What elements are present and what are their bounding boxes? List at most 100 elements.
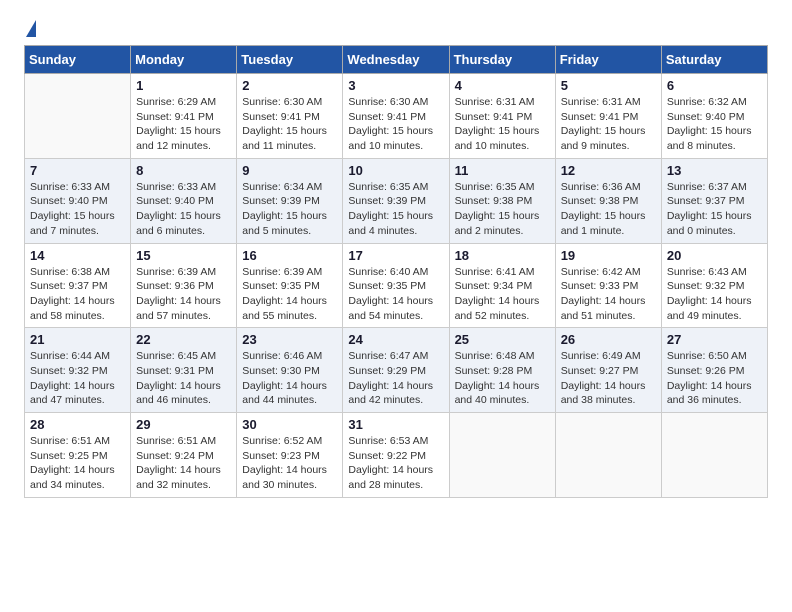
day-info: Sunrise: 6:45 AM Sunset: 9:31 PM Dayligh… [136, 349, 231, 408]
day-number: 25 [455, 332, 550, 347]
day-info: Sunrise: 6:48 AM Sunset: 9:28 PM Dayligh… [455, 349, 550, 408]
day-cell: 14Sunrise: 6:38 AM Sunset: 9:37 PM Dayli… [25, 243, 131, 328]
calendar: SundayMondayTuesdayWednesdayThursdayFrid… [24, 45, 768, 498]
day-cell: 22Sunrise: 6:45 AM Sunset: 9:31 PM Dayli… [131, 328, 237, 413]
day-cell: 12Sunrise: 6:36 AM Sunset: 9:38 PM Dayli… [555, 158, 661, 243]
day-cell: 4Sunrise: 6:31 AM Sunset: 9:41 PM Daylig… [449, 74, 555, 159]
day-number: 11 [455, 163, 550, 178]
day-cell [661, 413, 767, 498]
day-number: 8 [136, 163, 231, 178]
weekday-thursday: Thursday [449, 46, 555, 74]
day-number: 28 [30, 417, 125, 432]
page: SundayMondayTuesdayWednesdayThursdayFrid… [0, 0, 792, 518]
day-cell [449, 413, 555, 498]
day-info: Sunrise: 6:33 AM Sunset: 9:40 PM Dayligh… [30, 180, 125, 239]
weekday-sunday: Sunday [25, 46, 131, 74]
day-number: 19 [561, 248, 656, 263]
day-number: 4 [455, 78, 550, 93]
day-cell: 5 Sunrise: 6:31 AM Sunset: 9:41 PM Daylig… [555, 74, 661, 159]
day-number: 29 [136, 417, 231, 432]
day-info: Sunrise: 6:53 AM Sunset: 9:22 PM Dayligh… [348, 434, 443, 493]
day-number: 31 [348, 417, 443, 432]
day-number: 5 [561, 78, 656, 93]
day-info: Sunrise: 6:49 AM Sunset: 9:27 PM Dayligh… [561, 349, 656, 408]
day-info: Sunrise: 6:29 AM Sunset: 9:41 PM Dayligh… [136, 95, 231, 154]
day-number: 3 [348, 78, 443, 93]
day-cell: 10 Sunrise: 6:35 AM Sunset: 9:39 PM Dayli… [343, 158, 449, 243]
day-number: 20 [667, 248, 762, 263]
day-cell: 28 Sunrise: 6:51 AM Sunset: 9:25 PM Dayli… [25, 413, 131, 498]
day-info: Sunrise: 6:46 AM Sunset: 9:30 PM Dayligh… [242, 349, 337, 408]
header [24, 20, 768, 35]
day-info: Sunrise: 6:51 AM Sunset: 9:24 PM Dayligh… [136, 434, 231, 493]
weekday-wednesday: Wednesday [343, 46, 449, 74]
day-info: Sunrise: 6:33 AM Sunset: 9:40 PM Dayligh… [136, 180, 231, 239]
weekday-friday: Friday [555, 46, 661, 74]
day-number: 24 [348, 332, 443, 347]
day-cell: 31 Sunrise: 6:53 AM Sunset: 9:22 PM Dayli… [343, 413, 449, 498]
day-cell: 7 Sunrise: 6:33 AM Sunset: 9:40 PM Daylig… [25, 158, 131, 243]
day-cell: 29 Sunrise: 6:51 AM Sunset: 9:24 PM Dayli… [131, 413, 237, 498]
day-cell: 13Sunrise: 6:37 AM Sunset: 9:37 PM Dayli… [661, 158, 767, 243]
day-number: 15 [136, 248, 231, 263]
weekday-tuesday: Tuesday [237, 46, 343, 74]
day-number: 7 [30, 163, 125, 178]
day-number: 1 [136, 78, 231, 93]
day-number: 10 [348, 163, 443, 178]
day-cell: 18Sunrise: 6:41 AM Sunset: 9:34 PM Dayli… [449, 243, 555, 328]
day-number: 26 [561, 332, 656, 347]
day-cell: 27Sunrise: 6:50 AM Sunset: 9:26 PM Dayli… [661, 328, 767, 413]
day-number: 2 [242, 78, 337, 93]
day-info: Sunrise: 6:51 AM Sunset: 9:25 PM Dayligh… [30, 434, 125, 493]
day-cell: 8 Sunrise: 6:33 AM Sunset: 9:40 PM Daylig… [131, 158, 237, 243]
day-info: Sunrise: 6:47 AM Sunset: 9:29 PM Dayligh… [348, 349, 443, 408]
day-cell: 11 Sunrise: 6:35 AM Sunset: 9:38 PM Dayli… [449, 158, 555, 243]
day-number: 9 [242, 163, 337, 178]
day-cell: 24 Sunrise: 6:47 AM Sunset: 9:29 PM Dayli… [343, 328, 449, 413]
day-cell: 23 Sunrise: 6:46 AM Sunset: 9:30 PM Dayli… [237, 328, 343, 413]
day-cell: 19 Sunrise: 6:42 AM Sunset: 9:33 PM Dayli… [555, 243, 661, 328]
day-info: Sunrise: 6:36 AM Sunset: 9:38 PM Dayligh… [561, 180, 656, 239]
day-cell: 30 Sunrise: 6:52 AM Sunset: 9:23 PM Dayli… [237, 413, 343, 498]
logo [24, 20, 36, 35]
week-row-4: 21Sunrise: 6:44 AM Sunset: 9:32 PM Dayli… [25, 328, 768, 413]
day-info: Sunrise: 6:38 AM Sunset: 9:37 PM Dayligh… [30, 265, 125, 324]
logo-triangle [26, 20, 36, 37]
day-cell: 6 Sunrise: 6:32 AM Sunset: 9:40 PM Daylig… [661, 74, 767, 159]
day-info: Sunrise: 6:35 AM Sunset: 9:38 PM Dayligh… [455, 180, 550, 239]
day-info: Sunrise: 6:42 AM Sunset: 9:33 PM Dayligh… [561, 265, 656, 324]
day-info: Sunrise: 6:32 AM Sunset: 9:40 PM Dayligh… [667, 95, 762, 154]
day-info: Sunrise: 6:37 AM Sunset: 9:37 PM Dayligh… [667, 180, 762, 239]
day-cell: 9Sunrise: 6:34 AM Sunset: 9:39 PM Daylig… [237, 158, 343, 243]
day-info: Sunrise: 6:43 AM Sunset: 9:32 PM Dayligh… [667, 265, 762, 324]
day-cell: 2 Sunrise: 6:30 AM Sunset: 9:41 PM Daylig… [237, 74, 343, 159]
day-cell: 20 Sunrise: 6:43 AM Sunset: 9:32 PM Dayli… [661, 243, 767, 328]
day-cell: 26 Sunrise: 6:49 AM Sunset: 9:27 PM Dayli… [555, 328, 661, 413]
weekday-monday: Monday [131, 46, 237, 74]
day-number: 6 [667, 78, 762, 93]
day-cell: 15Sunrise: 6:39 AM Sunset: 9:36 PM Dayli… [131, 243, 237, 328]
day-info: Sunrise: 6:52 AM Sunset: 9:23 PM Dayligh… [242, 434, 337, 493]
day-cell: 16 Sunrise: 6:39 AM Sunset: 9:35 PM Dayli… [237, 243, 343, 328]
day-info: Sunrise: 6:31 AM Sunset: 9:41 PM Dayligh… [561, 95, 656, 154]
day-number: 18 [455, 248, 550, 263]
day-number: 16 [242, 248, 337, 263]
day-number: 30 [242, 417, 337, 432]
day-info: Sunrise: 6:40 AM Sunset: 9:35 PM Dayligh… [348, 265, 443, 324]
day-cell: 25 Sunrise: 6:48 AM Sunset: 9:28 PM Dayli… [449, 328, 555, 413]
week-row-5: 28 Sunrise: 6:51 AM Sunset: 9:25 PM Dayli… [25, 413, 768, 498]
day-number: 23 [242, 332, 337, 347]
day-info: Sunrise: 6:50 AM Sunset: 9:26 PM Dayligh… [667, 349, 762, 408]
day-info: Sunrise: 6:35 AM Sunset: 9:39 PM Dayligh… [348, 180, 443, 239]
day-cell: 1 Sunrise: 6:29 AM Sunset: 9:41 PM Daylig… [131, 74, 237, 159]
day-cell: 17 Sunrise: 6:40 AM Sunset: 9:35 PM Dayli… [343, 243, 449, 328]
day-cell: 3Sunrise: 6:30 AM Sunset: 9:41 PM Daylig… [343, 74, 449, 159]
weekday-saturday: Saturday [661, 46, 767, 74]
weekday-header-row: SundayMondayTuesdayWednesdayThursdayFrid… [25, 46, 768, 74]
day-cell: 21Sunrise: 6:44 AM Sunset: 9:32 PM Dayli… [25, 328, 131, 413]
day-info: Sunrise: 6:30 AM Sunset: 9:41 PM Dayligh… [242, 95, 337, 154]
day-number: 17 [348, 248, 443, 263]
day-info: Sunrise: 6:39 AM Sunset: 9:35 PM Dayligh… [242, 265, 337, 324]
day-info: Sunrise: 6:44 AM Sunset: 9:32 PM Dayligh… [30, 349, 125, 408]
week-row-1: 1 Sunrise: 6:29 AM Sunset: 9:41 PM Daylig… [25, 74, 768, 159]
